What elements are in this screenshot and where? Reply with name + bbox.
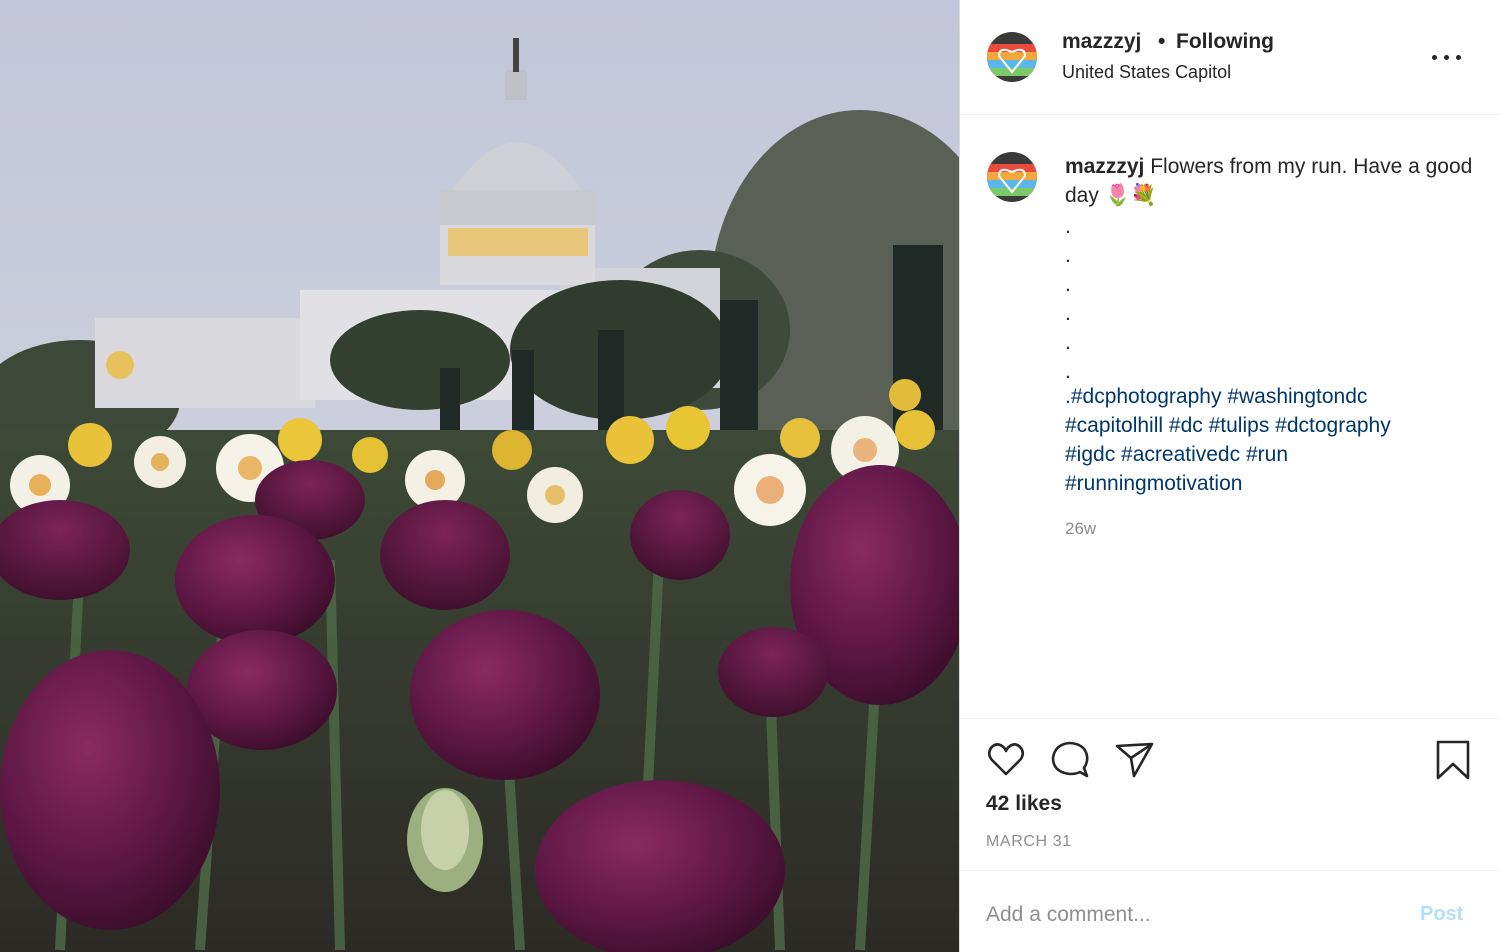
hashtag-link[interactable]: #run — [1246, 443, 1288, 466]
hashtag-link[interactable]: #runningmotivation — [1065, 472, 1242, 495]
header-separator: • — [1158, 30, 1166, 53]
actions-divider — [960, 718, 1500, 719]
more-dots-icon[interactable] — [1430, 44, 1466, 70]
caption-dot: . — [1065, 244, 1071, 267]
comment-divider — [960, 870, 1500, 871]
hashtag-link[interactable]: #capitolhill — [1065, 414, 1163, 437]
user-avatar[interactable] — [987, 32, 1037, 82]
hashtag-link[interactable]: #dctography — [1275, 414, 1391, 437]
header-username[interactable]: mazzzyj — [1062, 30, 1141, 54]
capitol-flowers-photo — [0, 0, 959, 952]
post-button[interactable]: Post — [1420, 903, 1463, 926]
comment-input[interactable] — [986, 895, 1406, 935]
share-icon[interactable] — [1112, 738, 1156, 782]
hashtag-link[interactable]: .#dcphotography — [1065, 385, 1221, 408]
post-date: MARCH 31 — [986, 833, 1072, 850]
likes-count[interactable]: 42 likes — [986, 792, 1062, 816]
caption-dot: . — [1065, 273, 1071, 296]
heart-icon[interactable] — [984, 738, 1028, 782]
post-photo[interactable] — [0, 0, 959, 952]
hashtag-link[interactable]: #acreativedc — [1121, 443, 1240, 466]
caption: mazzzyj Flowers from my run. Have a good… — [1065, 152, 1475, 210]
hashtag-link[interactable]: #tulips — [1209, 414, 1270, 437]
caption-dot: . — [1065, 302, 1071, 325]
hashtags: .#dcphotography #washingtondc #capitolhi… — [1065, 382, 1485, 498]
following-button[interactable]: Following — [1176, 30, 1274, 54]
hashtag-link[interactable]: #igdc — [1065, 443, 1115, 466]
time-ago[interactable]: 26w — [1065, 519, 1096, 539]
caption-username[interactable]: mazzzyj — [1065, 155, 1144, 178]
hashtag-link[interactable]: #washingtondc — [1227, 385, 1367, 408]
post-side-panel: mazzzyj • Following United States Capito… — [959, 0, 1500, 952]
location-link[interactable]: United States Capitol — [1062, 62, 1231, 83]
caption-dots: . . . . . . — [1065, 212, 1095, 386]
bookmark-icon[interactable] — [1431, 738, 1475, 782]
comment-icon[interactable] — [1048, 738, 1092, 782]
caption-dot: . — [1065, 215, 1071, 238]
caption-avatar[interactable] — [987, 152, 1037, 202]
caption-dot: . — [1065, 331, 1071, 354]
hashtag-link[interactable]: #dc — [1169, 414, 1203, 437]
header-divider — [960, 114, 1500, 115]
